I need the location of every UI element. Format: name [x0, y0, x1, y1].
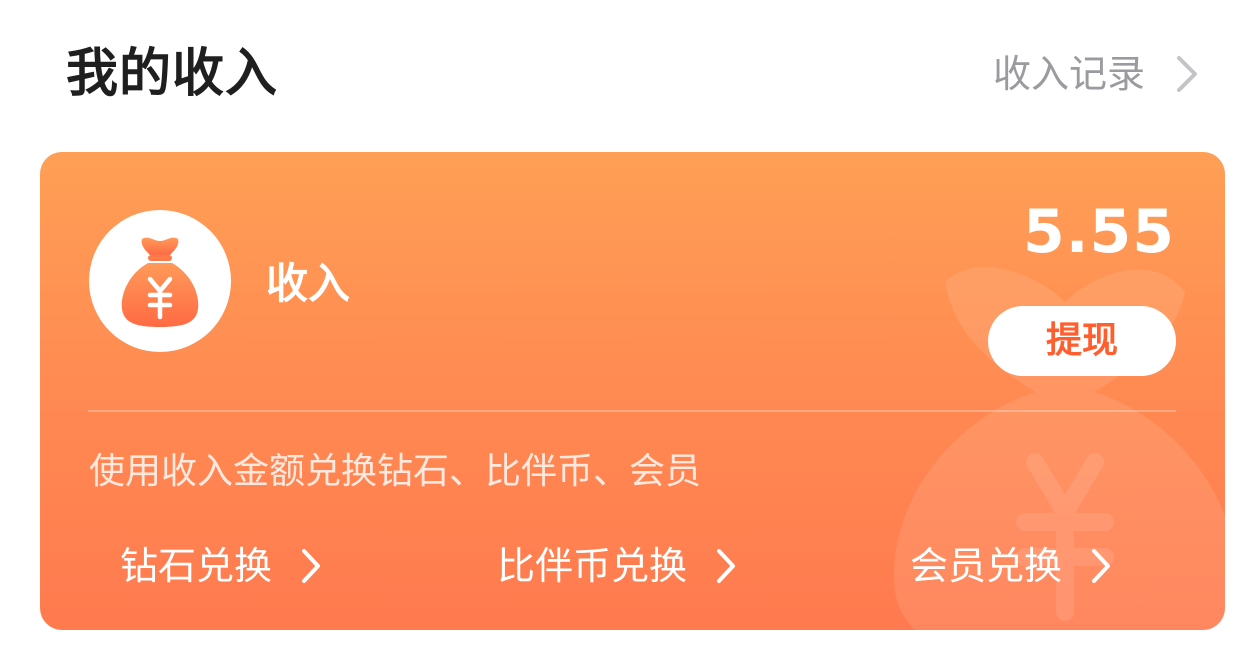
avatar: [89, 210, 231, 352]
chevron-right-icon: [1092, 549, 1111, 583]
exchange-description: 使用收入金额兑换钻石、比伴币、会员: [89, 451, 702, 492]
diamond-exchange-label: 钻石兑换: [120, 544, 273, 588]
page-title: 我的收入: [66, 44, 279, 104]
income-records-link[interactable]: 收入记录: [993, 48, 1205, 100]
income-records-label: 收入记录: [992, 52, 1145, 96]
card-divider: [88, 410, 1176, 412]
coin-exchange-label: 比伴币兑换: [497, 544, 688, 588]
chevron-right-icon: [717, 549, 736, 583]
chevron-right-icon: [1177, 56, 1197, 92]
membership-exchange-label: 会员兑换: [910, 544, 1063, 588]
page-header: 我的收入 收入记录: [0, 0, 1249, 150]
coin-exchange-link[interactable]: 比伴币兑换: [497, 540, 741, 592]
chevron-right-icon: [302, 549, 321, 583]
membership-exchange-link[interactable]: 会员兑换: [910, 540, 1116, 592]
diamond-exchange-link[interactable]: 钻石兑换: [120, 540, 326, 592]
income-label: 收入: [266, 259, 351, 308]
income-amount: 5.55: [1022, 197, 1175, 267]
money-bag-yuan-icon: [121, 237, 199, 327]
withdraw-button[interactable]: 提现: [988, 306, 1176, 376]
income-card: 收入 5.55 提现 使用收入金额兑换钻石、比伴币、会员 钻石兑换 比伴币兑换 …: [40, 152, 1225, 630]
